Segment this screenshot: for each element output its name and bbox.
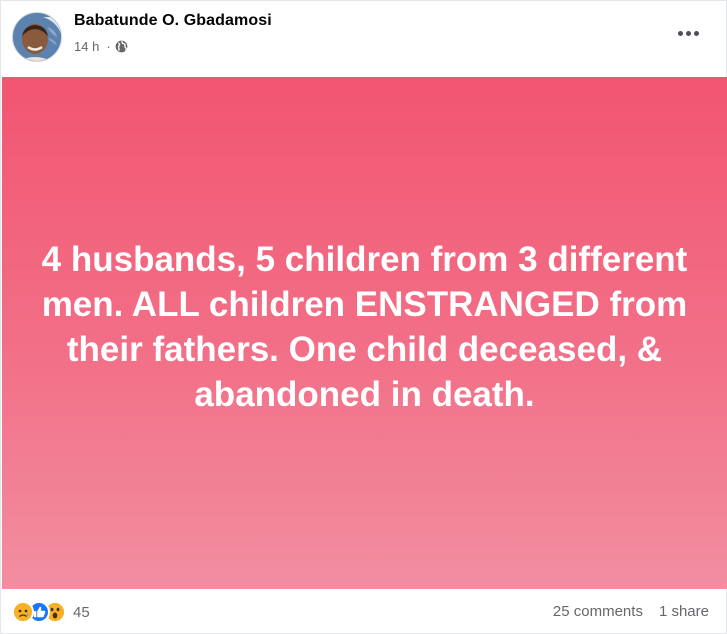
author-name[interactable]: Babatunde O. Gbadamosi	[74, 12, 272, 30]
post-timestamp[interactable]: 14 h	[74, 39, 99, 54]
post-meta: 14 h ·	[74, 39, 128, 54]
more-options-icon[interactable]	[670, 21, 706, 45]
post-card: Babatunde O. Gbadamosi 14 h · 4 husbands…	[0, 0, 727, 634]
shares-link[interactable]: 1 share	[659, 603, 709, 620]
post-header: Babatunde O. Gbadamosi 14 h ·	[1, 1, 726, 77]
engagement-stats: 25 comments 1 share	[553, 603, 709, 620]
comments-link[interactable]: 25 comments	[553, 603, 643, 620]
reaction-count: 45	[73, 603, 90, 621]
globe-icon[interactable]	[115, 40, 128, 53]
avatar-photo	[13, 13, 61, 61]
meta-separator: ·	[106, 39, 111, 54]
reactions-summary[interactable]: 45	[12, 601, 90, 623]
post-footer: 45 25 comments 1 share	[1, 589, 726, 634]
sad-icon	[12, 601, 34, 623]
post-text: 4 husbands, 5 children from 3 different …	[41, 240, 688, 414]
author-avatar[interactable]	[12, 12, 62, 62]
post-background: 4 husbands, 5 children from 3 different …	[2, 77, 727, 589]
